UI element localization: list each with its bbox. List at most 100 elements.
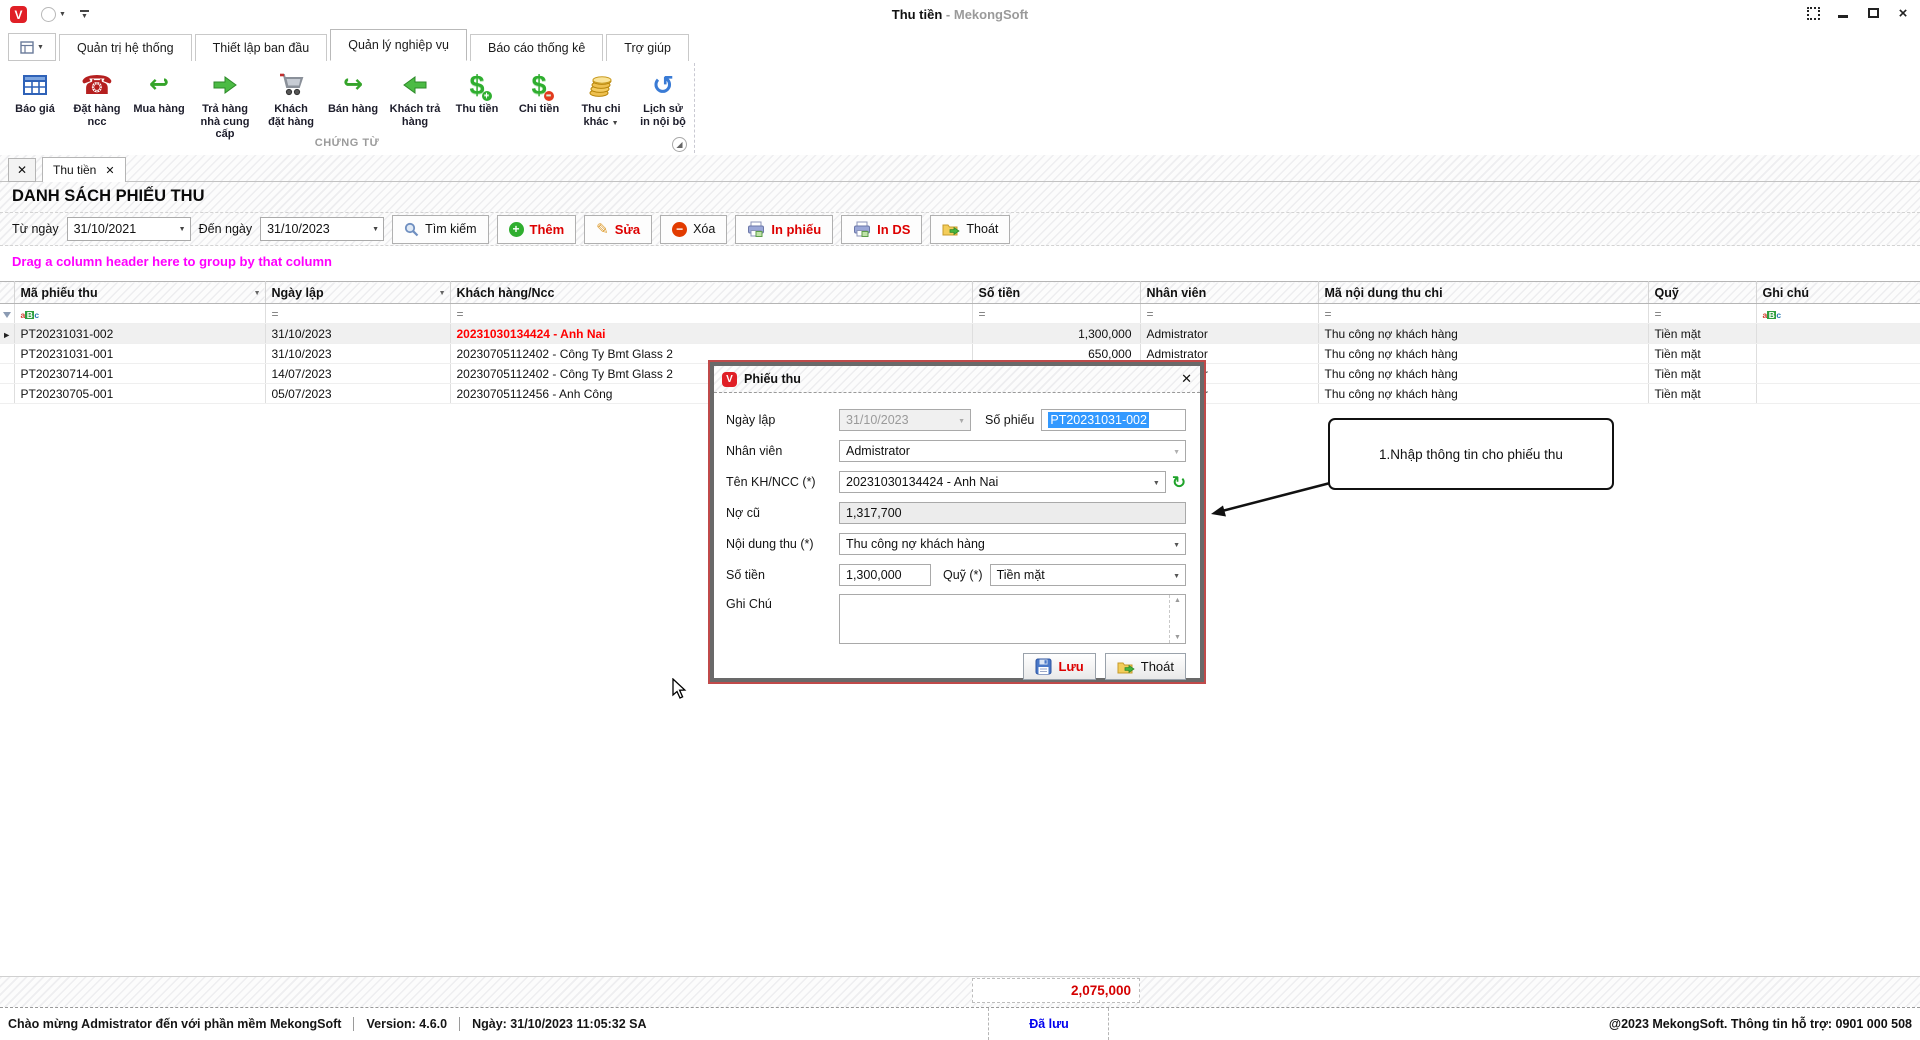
from-date-label: Từ ngày: [12, 222, 59, 236]
ghi-chu-textarea[interactable]: ▲ ▼: [839, 594, 1186, 644]
filter-cell[interactable]: =: [972, 303, 1141, 324]
minimize-icon: [1838, 15, 1848, 18]
scroll-up-icon[interactable]: ▲: [1174, 597, 1181, 604]
group-options-button[interactable]: ◢: [672, 137, 687, 152]
restore-button[interactable]: [1866, 6, 1880, 20]
ribbon-tab-thiet-lap-ban-dau[interactable]: Thiết lập ban đầu: [194, 34, 328, 61]
dialog-title-bar[interactable]: V Phiếu thu ✕: [714, 366, 1200, 393]
ribbon-button-thu-tien[interactable]: $ + Thu tiền: [446, 65, 508, 118]
dialog-exit-button[interactable]: Thoát: [1104, 653, 1186, 680]
application-window: V ▼ ▼ Thu tiền - MekongSoft × ▼ Quản trị…: [0, 0, 1920, 1040]
noi-dung-thu-combobox[interactable]: Thu công nợ khách hàng ▼: [839, 533, 1186, 555]
so-tien-input[interactable]: 1,300,000: [839, 564, 931, 586]
filter-cell[interactable]: =: [1318, 303, 1649, 324]
search-button[interactable]: Tìm kiếm: [392, 214, 489, 244]
chevron-down-icon: ▼: [1173, 573, 1180, 580]
nhan-vien-label: Nhân viên: [726, 444, 783, 458]
filter-cell[interactable]: =: [265, 303, 451, 324]
filter-arrow-icon[interactable]: ▼: [254, 290, 261, 297]
quy-combobox[interactable]: Tiền mặt ▼: [989, 564, 1186, 586]
column-header-so-tien[interactable]: Số tiền: [972, 281, 1141, 304]
dialog-close-icon[interactable]: ✕: [1181, 371, 1192, 387]
to-date-combobox[interactable]: 31/10/2023 ▼: [260, 217, 385, 241]
delete-button[interactable]: − Xóa: [660, 214, 728, 244]
column-header-ngay-lap[interactable]: Ngày lập ▼: [265, 281, 451, 304]
ribbon-tab-quan-ly-nghiep-vu[interactable]: Quản lý nghiệp vụ: [330, 29, 467, 61]
ribbon-tab-quan-tri-he-thong[interactable]: Quản trị hệ thống: [59, 34, 192, 61]
to-date-label: Đến ngày: [198, 222, 253, 236]
column-header-khach-hang-ncc[interactable]: Khách hàng/Ncc: [450, 281, 973, 304]
ten-kh-ncc-combobox[interactable]: 20231030134424 - Anh Nai ▼: [839, 471, 1166, 493]
ribbon-button-lich-su-in-noi-bo[interactable]: ↺ Lịch sử in nội bộ: [632, 65, 694, 130]
selected-text: PT20231031-002: [1048, 412, 1149, 428]
copyright-text: @2023 MekongSoft. Thông tin hỗ trợ: 0901…: [1608, 1017, 1912, 1031]
column-header-nhan-vien[interactable]: Nhân viên: [1140, 281, 1319, 304]
chevron-down-icon: ▼: [37, 43, 44, 51]
filter-funnel-icon: [2, 311, 11, 318]
scroll-down-icon[interactable]: ▼: [1174, 634, 1181, 641]
noi-dung-thu-label: Nội dung thu (*): [726, 537, 814, 551]
ribbon-button-dat-hang-ncc[interactable]: ☎ Đặt hàng ncc: [66, 65, 128, 130]
textarea-scrollbar[interactable]: ▲ ▼: [1169, 595, 1185, 643]
page-title-strip: DANH SÁCH PHIẾU THU: [0, 182, 1920, 213]
printer-icon: [854, 221, 871, 237]
column-header-quy[interactable]: Quỹ: [1648, 281, 1757, 304]
so-phieu-input[interactable]: PT20231031-002: [1041, 409, 1186, 431]
separator: [459, 1017, 461, 1031]
receipt-dialog: V Phiếu thu ✕ Ngày lập 31/10/2023 ▼ Số p…: [708, 360, 1206, 684]
print-list-button[interactable]: In DS: [841, 214, 923, 244]
filter-cell[interactable]: aBc: [1756, 303, 1920, 324]
close-button[interactable]: ×: [1896, 6, 1910, 21]
column-header-ghi-chu[interactable]: Ghi chú: [1756, 281, 1920, 304]
ribbon-tab-tro-giup[interactable]: Trợ giúp: [606, 34, 689, 61]
ribbon-body: Báo giá ☎ Đặt hàng ncc ↩ Mua hàng Trả hà…: [0, 61, 1920, 156]
table-row[interactable]: ► PT20231031-002 31/10/2023 202310301344…: [0, 323, 1920, 344]
ribbon-tab-bao-cao-thong-ke[interactable]: Báo cáo thống kê: [469, 34, 604, 61]
filter-cell[interactable]: =: [1140, 303, 1319, 324]
from-date-combobox[interactable]: 31/10/2021 ▼: [66, 217, 191, 241]
restore-icon: [1867, 8, 1879, 18]
nhan-vien-combobox[interactable]: Admistrator ▼: [839, 440, 1186, 462]
ribbon-button-khach-dat-hang[interactable]: Khách đặt hàng: [260, 65, 322, 130]
add-button[interactable]: + Thêm: [496, 214, 577, 244]
refresh-icon[interactable]: ↻: [1172, 474, 1186, 491]
column-header-ma-noi-dung-thu-chi[interactable]: Mã nội dung thu chi: [1318, 281, 1649, 304]
filter-cell[interactable]: =: [1648, 303, 1757, 324]
save-button[interactable]: Lưu: [1023, 653, 1096, 680]
window-controls: ×: [1806, 6, 1910, 21]
ribbon-button-thu-chi-khac[interactable]: Thu chi khác ▼▼: [570, 65, 632, 130]
table-header-row: Mã phiếu thu ▼ Ngày lập ▼ Khách hàng/Ncc S…: [0, 281, 1920, 304]
floppy-disk-icon: [1035, 658, 1052, 675]
column-header-ma-phieu-thu[interactable]: Mã phiếu thu ▼: [14, 281, 266, 304]
quy-label: Quỹ (*): [943, 568, 983, 582]
ribbon-button-chi-tien[interactable]: $ − Chi tiền: [508, 65, 570, 118]
ribbon-button-mua-hang[interactable]: ↩ Mua hàng: [128, 65, 190, 118]
filter-cell[interactable]: =: [450, 303, 973, 324]
history-icon: ↺: [652, 70, 674, 100]
list-icon: [20, 40, 34, 54]
ngay-lap-combobox[interactable]: 31/10/2023 ▼: [839, 409, 971, 431]
ribbon-button-khach-tra-hang[interactable]: Khách trả hàng: [384, 65, 446, 130]
curved-arrow-left-icon: ↩: [148, 71, 170, 98]
minimize-button[interactable]: [1836, 6, 1850, 20]
window-title: Thu tiền - MekongSoft: [891, 7, 1029, 22]
row-indicator: [0, 343, 15, 364]
document-tab-thu-tien[interactable]: Thu tiền ✕: [42, 157, 126, 183]
filter-arrow-icon[interactable]: ▼: [439, 290, 446, 297]
printer-icon: [748, 221, 765, 237]
tab-close-icon[interactable]: ✕: [105, 164, 114, 177]
ribbon-button-bao-gia[interactable]: Báo giá: [4, 65, 66, 118]
close-all-tabs-button[interactable]: ✕: [8, 158, 36, 182]
print-voucher-button[interactable]: In phiếu: [735, 214, 834, 244]
exit-folder-icon: [1117, 662, 1135, 673]
edit-button[interactable]: ✎ Sửa: [584, 214, 653, 244]
application-menu-button[interactable]: ▼: [8, 33, 56, 61]
text-filter-icon: aBc: [1762, 309, 1782, 320]
fullscreen-button[interactable]: [1806, 6, 1820, 20]
table-icon: [23, 75, 47, 95]
ribbon-button-tra-hang-ncc[interactable]: Trả hàng nhà cung cấp: [190, 65, 260, 143]
arrow-left-icon: [403, 76, 427, 94]
ribbon-button-ban-hang[interactable]: ↪ Bán hàng: [322, 65, 384, 118]
exit-button[interactable]: Thoát: [930, 214, 1011, 244]
filter-cell[interactable]: aBc: [14, 303, 266, 324]
